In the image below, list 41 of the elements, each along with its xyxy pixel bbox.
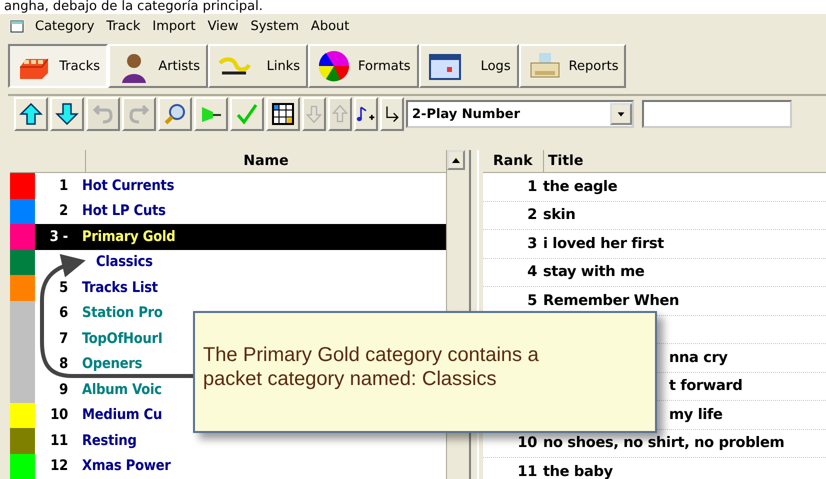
row-number: 6 bbox=[58, 305, 69, 322]
track-title: no shoes, no shirt, no problem bbox=[542, 435, 784, 452]
row-number: 7 bbox=[58, 330, 69, 347]
row-number: 8 bbox=[58, 356, 69, 372]
category-name: Hot Currents bbox=[82, 178, 174, 194]
category-name: Medium Cu bbox=[82, 407, 162, 424]
category-name: Classics bbox=[95, 254, 153, 270]
track-rank: 1 bbox=[526, 178, 537, 195]
category-name: Xmas Power bbox=[82, 458, 171, 474]
track-title: i loved her first bbox=[542, 236, 664, 252]
category-name: TopOfHourI bbox=[82, 330, 162, 347]
row-number: 12 bbox=[49, 458, 69, 474]
track-title: skin bbox=[542, 207, 576, 224]
row-number: 5 bbox=[58, 280, 69, 296]
row-number: 10 bbox=[49, 407, 69, 424]
track-rank: 2 bbox=[526, 207, 537, 224]
track-rank: 3 bbox=[526, 236, 537, 252]
category-name: Hot LP Cuts bbox=[82, 203, 166, 220]
callout-tooltip: The Primary Gold category contains a packet category named: Classics bbox=[193, 311, 657, 433]
track-rank: 5 bbox=[526, 292, 537, 309]
track-title: t forward bbox=[669, 378, 742, 394]
row-number: 3 - bbox=[48, 228, 69, 245]
row-number: 1 bbox=[58, 178, 69, 194]
track-title: Remember When bbox=[542, 292, 680, 309]
track-rank: 11 bbox=[516, 464, 537, 479]
track-title: nna cry bbox=[669, 350, 728, 366]
category-name: Album Voic bbox=[82, 382, 162, 398]
category-name: Tracks List bbox=[82, 280, 158, 296]
track-rank: 10 bbox=[516, 435, 537, 452]
track-title: the eagle bbox=[542, 178, 618, 195]
category-name: Openers bbox=[82, 356, 142, 372]
track-title: stay with me bbox=[542, 264, 644, 280]
track-rank: 4 bbox=[526, 264, 537, 280]
track-title: the baby bbox=[542, 464, 613, 479]
track-title: my life bbox=[669, 406, 723, 423]
row-number: 9 bbox=[58, 382, 69, 398]
row-number: 2 bbox=[58, 203, 69, 220]
row-number: 11 bbox=[49, 432, 69, 449]
category-name: Primary Gold bbox=[82, 228, 176, 245]
category-name: Resting bbox=[82, 432, 137, 449]
category-name: Station Pro bbox=[82, 305, 163, 322]
